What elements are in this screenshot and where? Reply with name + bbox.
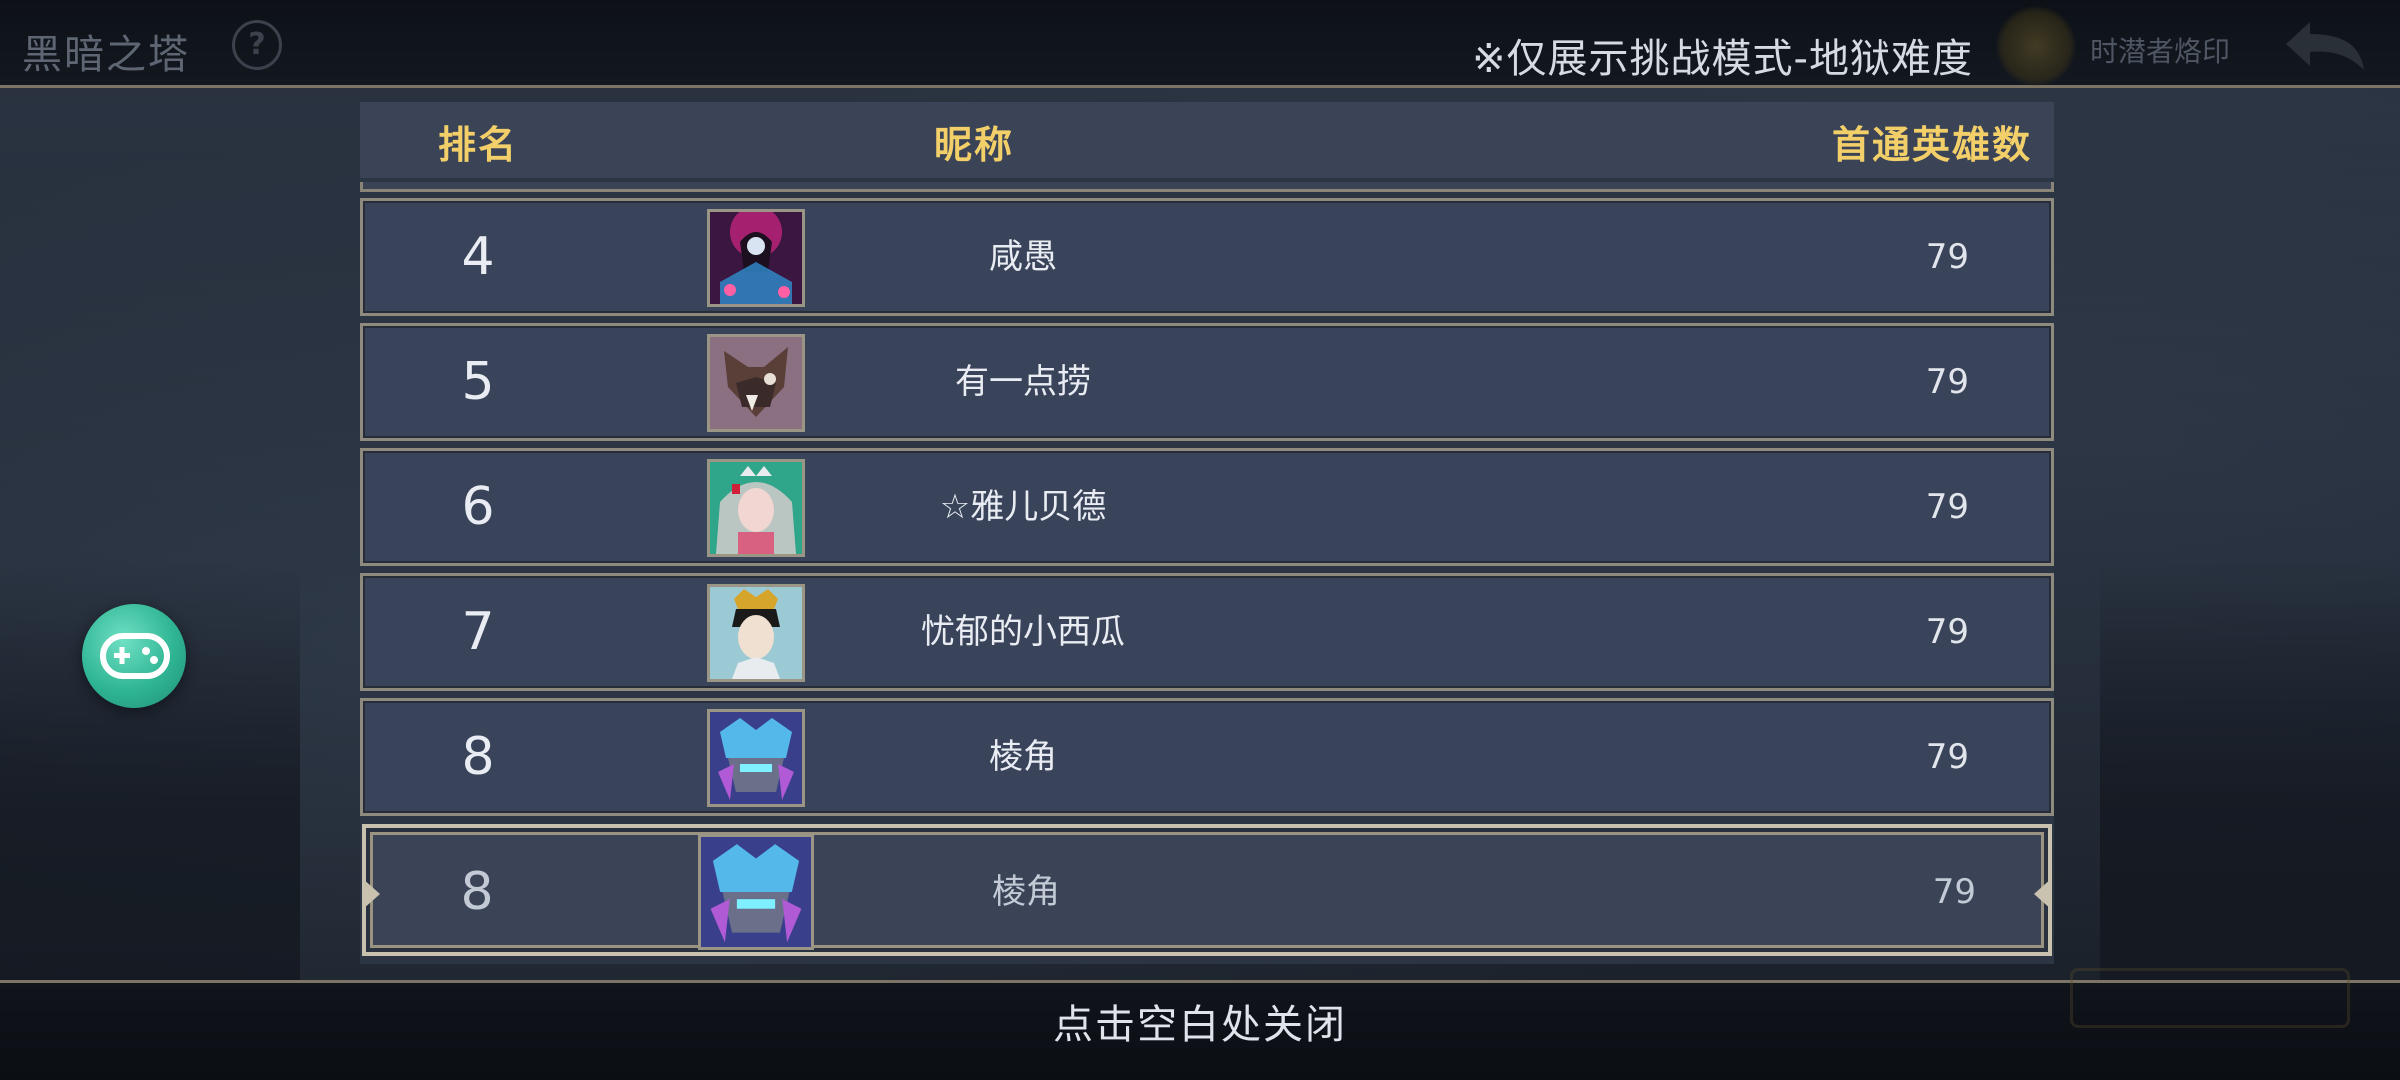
question-icon[interactable]: ? [232, 20, 282, 70]
ranking-row[interactable]: 8 棱角 79 [360, 698, 2054, 816]
my-count: 79 [1932, 872, 1976, 912]
gamepad-button[interactable] [82, 604, 186, 708]
close-hint[interactable]: 点击空白处关闭 [0, 992, 2400, 1050]
player-avatar[interactable] [707, 334, 805, 432]
gamepad-icon [100, 633, 170, 679]
header-first-clear-heroes: 首通英雄数 [1831, 123, 2032, 167]
row-nickname: ☆雅儿贝德 [939, 487, 1107, 527]
header-rank: 排名 [438, 123, 519, 167]
ranking-row[interactable]: 7 忧郁的小西瓜 79 [360, 573, 2054, 691]
ranking-row[interactable]: 5 有一点捞 79 [360, 323, 2054, 441]
row-nickname: 棱角 [989, 737, 1057, 777]
my-avatar[interactable] [698, 834, 814, 950]
row-count: 79 [1925, 237, 1969, 277]
row-rank: 5 [461, 352, 495, 412]
header-nickname: 昵称 [934, 123, 1015, 167]
mode-notice: ※仅展示挑战模式-地狱难度 [1472, 36, 1973, 82]
row-count: 79 [1925, 487, 1969, 527]
row-nickname: 咸愚 [989, 237, 1057, 277]
row-count: 79 [1925, 612, 1969, 652]
player-avatar[interactable] [707, 209, 805, 307]
row-nickname: 有一点捞 [955, 362, 1091, 402]
ranking-row[interactable]: 6 ☆雅儿贝德 79 [360, 448, 2054, 566]
row-rank: 8 [461, 727, 495, 787]
back-arrow-icon[interactable] [2280, 14, 2370, 74]
row-rank: 6 [461, 477, 495, 537]
bg-tower-right [2100, 560, 2400, 980]
row-nickname: 忧郁的小西瓜 [921, 612, 1125, 652]
row-count: 79 [1925, 737, 1969, 777]
top-bar: 黑暗之塔 ? ※仅展示挑战模式-地狱难度 时潜者烙印 [0, 0, 2400, 88]
ranking-header: 排名 昵称 首通英雄数 [360, 102, 2054, 178]
player-avatar[interactable] [707, 459, 805, 557]
game-title: 黑暗之塔 [22, 32, 190, 78]
row-count: 79 [1925, 362, 1969, 402]
my-nickname: 棱角 [992, 872, 1060, 912]
emblem-label: 时潜者烙印 [2090, 35, 2231, 68]
row-corner-left [362, 878, 380, 910]
emblem-icon[interactable] [1996, 6, 2076, 86]
previous-row-edge [360, 182, 2054, 192]
ranking-panel[interactable]: 排名 昵称 首通英雄数 4 咸愚 79 5 有一点捞 79 6 ☆雅儿贝德 79… [360, 102, 2054, 964]
my-rank: 8 [460, 862, 494, 922]
player-avatar[interactable] [707, 584, 805, 682]
my-ranking-row[interactable]: 8 棱角 79 [362, 824, 2052, 956]
row-rank: 7 [461, 602, 495, 662]
row-rank: 4 [461, 227, 495, 287]
player-avatar[interactable] [707, 709, 805, 807]
row-corner-right [2034, 878, 2052, 910]
ranking-row[interactable]: 4 咸愚 79 [360, 198, 2054, 316]
